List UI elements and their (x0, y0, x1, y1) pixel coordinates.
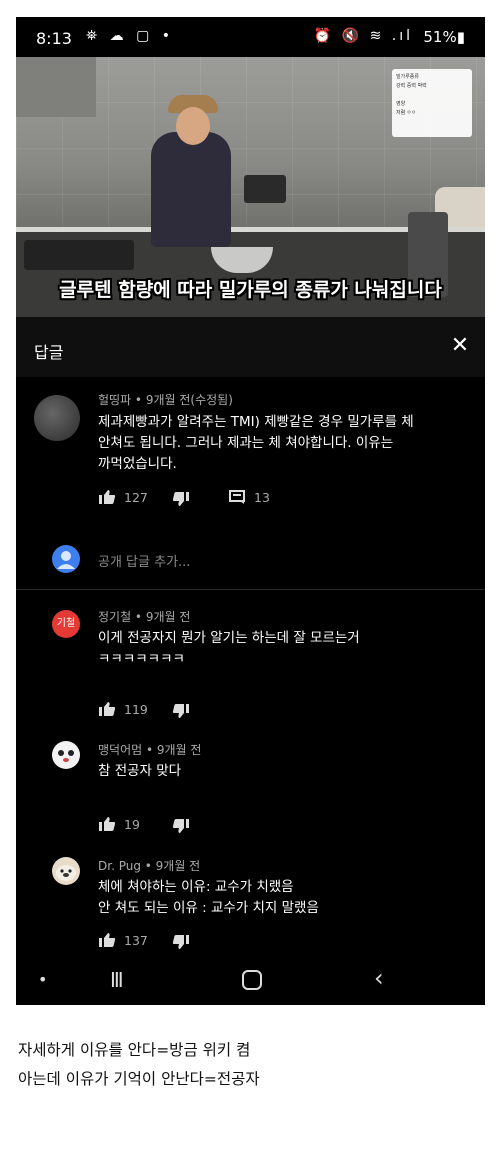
video-cabinet (16, 57, 96, 117)
comment-body: 참 전공자 맞다 (98, 761, 181, 782)
video-stove (24, 240, 134, 270)
add-reply-input[interactable]: 공개 답글 추가... (98, 551, 190, 570)
dislike-button[interactable] (172, 934, 190, 950)
comment-line: 까먹었습니다. (98, 456, 177, 472)
comment-line: ㅋㅋㅋㅋㅋㅋㅋ (98, 651, 185, 667)
like-button[interactable]: 127 (98, 489, 148, 505)
reply-comment: 기철 정기철 • 9개월 전 이게 전공자지 뭔가 알기는 하는데 잘 모르는거… (16, 602, 485, 718)
video-person (151, 132, 231, 247)
comment-author: 정기철 • 9개월 전 (98, 610, 191, 624)
android-nav-bar: • III ‹ (16, 962, 485, 1005)
reply-comment: Dr. Pug • 9개월 전 체에 쳐야하는 이유: 교수가 치랬음 안 쳐도… (16, 851, 485, 961)
nav-dot-icon: • (38, 970, 48, 989)
status-bar: 8:13 ⛯ ☁ ▢ • ⏰ 🔇 ≋ .ıl 51%▮ (16, 17, 485, 57)
dislike-button[interactable] (172, 818, 190, 834)
video-player[interactable]: 밀가루종류 강력 중력 박력 영양 저렴 ㅇㅇ 글루텐 함량에 따라 밀가루의 … (16, 57, 485, 317)
comment-line: 안쳐도 됩니다. 그러나 제과는 체 쳐야합니다. 이유는 (98, 435, 394, 451)
pug-avatar-icon (56, 865, 76, 881)
comment-body: 이게 전공자지 뭔가 알기는 하는데 잘 모르는거 ㅋㅋㅋㅋㅋㅋㅋ (98, 628, 360, 670)
avatar[interactable] (34, 395, 80, 441)
system-icons: ⏰ 🔇 ≋ .ıl (313, 28, 413, 44)
thumbs-up-icon (99, 490, 116, 504)
battery-level: 51%▮ (423, 28, 465, 46)
like-count: 137 (124, 932, 148, 948)
avatar[interactable] (52, 857, 80, 885)
overlay-line: 저렴 ㅇㅇ (396, 110, 416, 116)
overlay-line: 밀가루종류 (396, 74, 420, 80)
caption-line: 자세하게 이유를 안다=방금 위키 켬 (18, 1041, 251, 1059)
video-subtitle: 글루텐 함량에 따라 밀가루의 종류가 나눠집니다 (59, 279, 442, 301)
phone-screen: 8:13 ⛯ ☁ ▢ • ⏰ 🔇 ≋ .ıl 51%▮ 밀가루종류 강력 중력 … (16, 17, 485, 1005)
reply-count: 13 (254, 489, 270, 505)
status-time: 8:13 (36, 29, 72, 48)
video-info-overlay: 밀가루종류 강력 중력 박력 영양 저렴 ㅇㅇ (392, 69, 472, 137)
like-count: 127 (124, 489, 148, 505)
overlay-line (396, 91, 468, 99)
thumbs-up-icon (99, 702, 116, 716)
thumbs-down-icon (172, 935, 189, 949)
divider (16, 589, 485, 590)
recent-apps-icon[interactable]: III (110, 968, 124, 992)
comment-line: 참 전공자 맞다 (98, 763, 182, 779)
dislike-button[interactable] (172, 703, 190, 719)
like-button[interactable]: 137 (98, 932, 148, 948)
reply-count-button[interactable]: 13 (228, 489, 270, 505)
reply-comment: 맹덕어멈 • 9개월 전 참 전공자 맞다 19 (16, 735, 485, 835)
overlay-line: 강력 중력 박력 (396, 83, 427, 89)
caption-line: 아는데 이유가 기억이 안난다=전공자 (18, 1070, 260, 1088)
main-comment: 헐띵파 • 9개월 전(수정됨) 제과제빵과가 알려주는 TMI) 제빵같은 경… (16, 377, 485, 517)
user-avatar-icon (52, 545, 80, 573)
like-button[interactable]: 19 (98, 816, 140, 832)
dislike-button[interactable] (172, 491, 190, 507)
avatar[interactable]: 기철 (52, 610, 80, 638)
thumbs-up-icon (99, 817, 116, 831)
comment-line: 안 쳐도 되는 이유 : 교수가 치지 말랬음 (98, 900, 319, 916)
comment-line: 이게 전공자지 뭔가 알기는 하는데 잘 모르는거 (98, 630, 360, 646)
like-button[interactable]: 119 (98, 701, 148, 717)
close-icon[interactable]: ✕ (449, 335, 471, 357)
back-icon[interactable]: ‹ (374, 964, 384, 992)
comment-author: Dr. Pug • 9개월 전 (98, 859, 201, 873)
notification-icons: ⛯ ☁ ▢ • (86, 28, 175, 44)
replies-panel-header: 답글 ✕ (16, 317, 485, 377)
avatar[interactable] (52, 741, 80, 769)
like-count: 119 (124, 701, 148, 717)
comment-icon (229, 490, 245, 504)
video-person-head (176, 107, 210, 145)
comment-author: 헐띵파 • 9개월 전(수정됨) (98, 393, 233, 407)
thumbs-up-icon (99, 933, 116, 947)
thumbs-down-icon (172, 704, 189, 718)
comment-line: 제과제빵과가 알려주는 TMI) 제빵같은 경우 밀가루를 체 (98, 414, 414, 430)
video-appliance (244, 175, 286, 203)
home-icon[interactable] (242, 970, 262, 990)
comment-line: 체에 쳐야하는 이유: 교수가 치랬음 (98, 879, 294, 895)
thumbs-down-icon (172, 492, 189, 506)
add-reply-row[interactable]: 공개 답글 추가... (16, 537, 485, 587)
overlay-line: 영양 (396, 101, 406, 107)
panda-avatar-icon (58, 750, 74, 762)
comment-body: 체에 쳐야하는 이유: 교수가 치랬음 안 쳐도 되는 이유 : 교수가 치지 … (98, 877, 319, 919)
comment-author: 맹덕어멈 • 9개월 전 (98, 743, 202, 757)
panel-title: 답글 (34, 343, 64, 362)
thumbs-down-icon (172, 819, 189, 833)
comment-body: 제과제빵과가 알려주는 TMI) 제빵같은 경우 밀가루를 체 안쳐도 됩니다.… (98, 412, 414, 475)
like-count: 19 (124, 816, 140, 832)
